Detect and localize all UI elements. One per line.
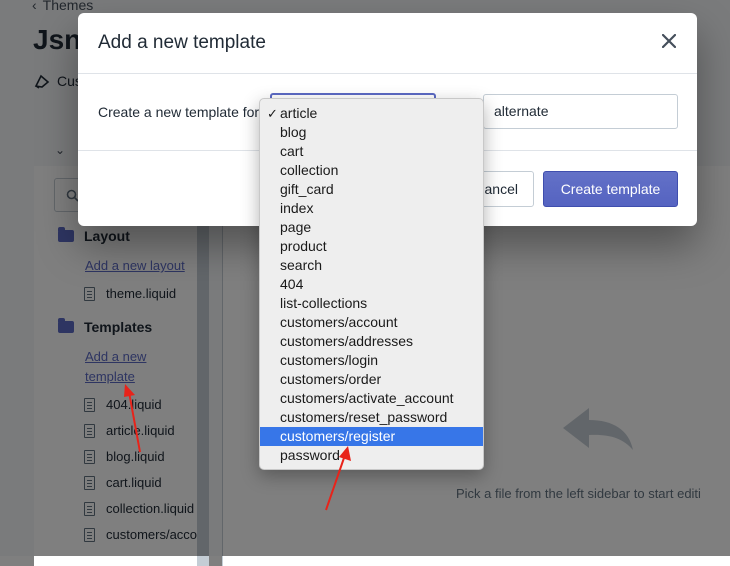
dropdown-option-label: page (280, 219, 312, 235)
dropdown-option[interactable]: gift_card (260, 180, 483, 199)
close-button[interactable] (655, 27, 683, 55)
dropdown-option[interactable]: product (260, 237, 483, 256)
dropdown-option[interactable]: page (260, 218, 483, 237)
dropdown-option[interactable]: password (260, 446, 483, 465)
dropdown-option-label: 404 (280, 276, 304, 292)
dropdown-option[interactable]: customers/activate_account (260, 389, 483, 408)
dropdown-option-label: customers/reset_password (280, 409, 448, 425)
dropdown-option-label: customers/account (280, 314, 398, 330)
dropdown-option-label: customers/order (280, 371, 382, 387)
dropdown-option[interactable]: blog (260, 123, 483, 142)
dropdown-option-label: search (280, 257, 323, 273)
dropdown-option[interactable]: customers/reset_password (260, 408, 483, 427)
dropdown-option[interactable]: customers/login (260, 351, 483, 370)
dropdown-option[interactable]: search (260, 256, 483, 275)
dropdown-option-label: article (280, 105, 318, 121)
modal-title: Add a new template (98, 32, 266, 53)
dropdown-option-label: product (280, 238, 327, 254)
dropdown-option-label: customers/activate_account (280, 390, 454, 406)
dropdown-option-label: index (280, 200, 314, 216)
dropdown-option[interactable]: cart (260, 142, 483, 161)
dropdown-option-label: customers/login (280, 352, 379, 368)
dropdown-option[interactable]: customers/register (260, 427, 483, 446)
dropdown-option-label: password (280, 447, 340, 463)
create-template-button[interactable]: Create template (543, 171, 678, 207)
modal-header: Add a new template (78, 13, 697, 74)
template-name-input[interactable]: alternate (483, 94, 678, 129)
dropdown-option-label: customers/addresses (280, 333, 414, 349)
dropdown-option[interactable]: 404 (260, 275, 483, 294)
dropdown-option[interactable]: customers/addresses (260, 332, 483, 351)
close-icon (662, 34, 676, 48)
dropdown-option-label: blog (280, 124, 307, 140)
dropdown-option-label: cart (280, 143, 304, 159)
dropdown-option-label: customers/register (280, 428, 396, 444)
dropdown-option-label: list-collections (280, 295, 368, 311)
dropdown-option[interactable]: index (260, 199, 483, 218)
checkmark-icon: ✓ (267, 106, 278, 121)
dropdown-option-label: collection (280, 162, 339, 178)
template-type-label: Create a new template for (98, 104, 260, 120)
dropdown-option[interactable]: collection (260, 161, 483, 180)
dropdown-option[interactable]: list-collections (260, 294, 483, 313)
dropdown-option[interactable]: customers/account (260, 313, 483, 332)
dropdown-option[interactable]: customers/order (260, 370, 483, 389)
template-type-dropdown: ✓ article blog cart collection gift_card index… (259, 98, 484, 470)
dropdown-option-label: gift_card (280, 181, 334, 197)
dropdown-option[interactable]: ✓ article (260, 104, 483, 123)
